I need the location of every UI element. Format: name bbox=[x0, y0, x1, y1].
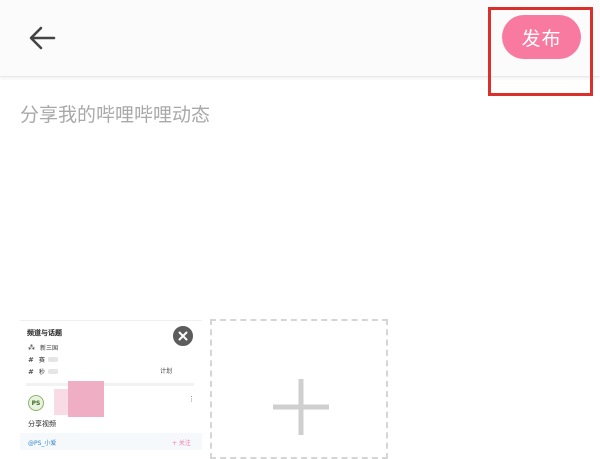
remove-attachment-button[interactable] bbox=[171, 324, 195, 348]
thumbnail-divider bbox=[26, 383, 194, 386]
plus-icon bbox=[273, 379, 329, 435]
back-button[interactable] bbox=[22, 20, 62, 56]
close-icon bbox=[178, 331, 188, 341]
ps-logo: PS bbox=[28, 395, 44, 411]
more-dots-icon: ⋮ bbox=[188, 395, 195, 403]
people-icon: ⁂ bbox=[28, 343, 35, 352]
thumbnail-row: ⁂ 新三国 bbox=[28, 343, 59, 353]
blurred-text bbox=[47, 369, 58, 374]
compose-input[interactable] bbox=[20, 100, 580, 280]
thumbnail-title: 频道与话题 bbox=[27, 329, 62, 337]
thumbnail-username: @PS_小爱 bbox=[28, 440, 57, 447]
thumbnail-row-text: 秒 bbox=[38, 369, 45, 376]
publish-button[interactable]: 发布 bbox=[502, 15, 581, 59]
add-media-button[interactable] bbox=[210, 319, 388, 459]
thumbnail-pink-block bbox=[68, 381, 104, 417]
thumbnail-follow: + 关注 bbox=[172, 440, 191, 447]
arrow-left-icon bbox=[29, 26, 56, 50]
thumbnail-pink-fade bbox=[54, 389, 68, 415]
thumbnail-caption: 分享视频 bbox=[28, 420, 56, 428]
hashtag-icon: # bbox=[28, 355, 34, 364]
hashtag-icon: # bbox=[28, 367, 34, 376]
thumbnail-row-text: 新三国 bbox=[40, 345, 59, 352]
thumbnail-row-text: 赛 bbox=[38, 357, 45, 364]
thumbnail-row: # 秒 bbox=[28, 367, 58, 376]
blurred-text bbox=[47, 357, 58, 362]
thumbnail-plan-text: 计划 bbox=[160, 368, 173, 375]
top-bar: 发布 bbox=[0, 0, 600, 77]
thumbnail-row: # 赛 bbox=[28, 355, 58, 364]
